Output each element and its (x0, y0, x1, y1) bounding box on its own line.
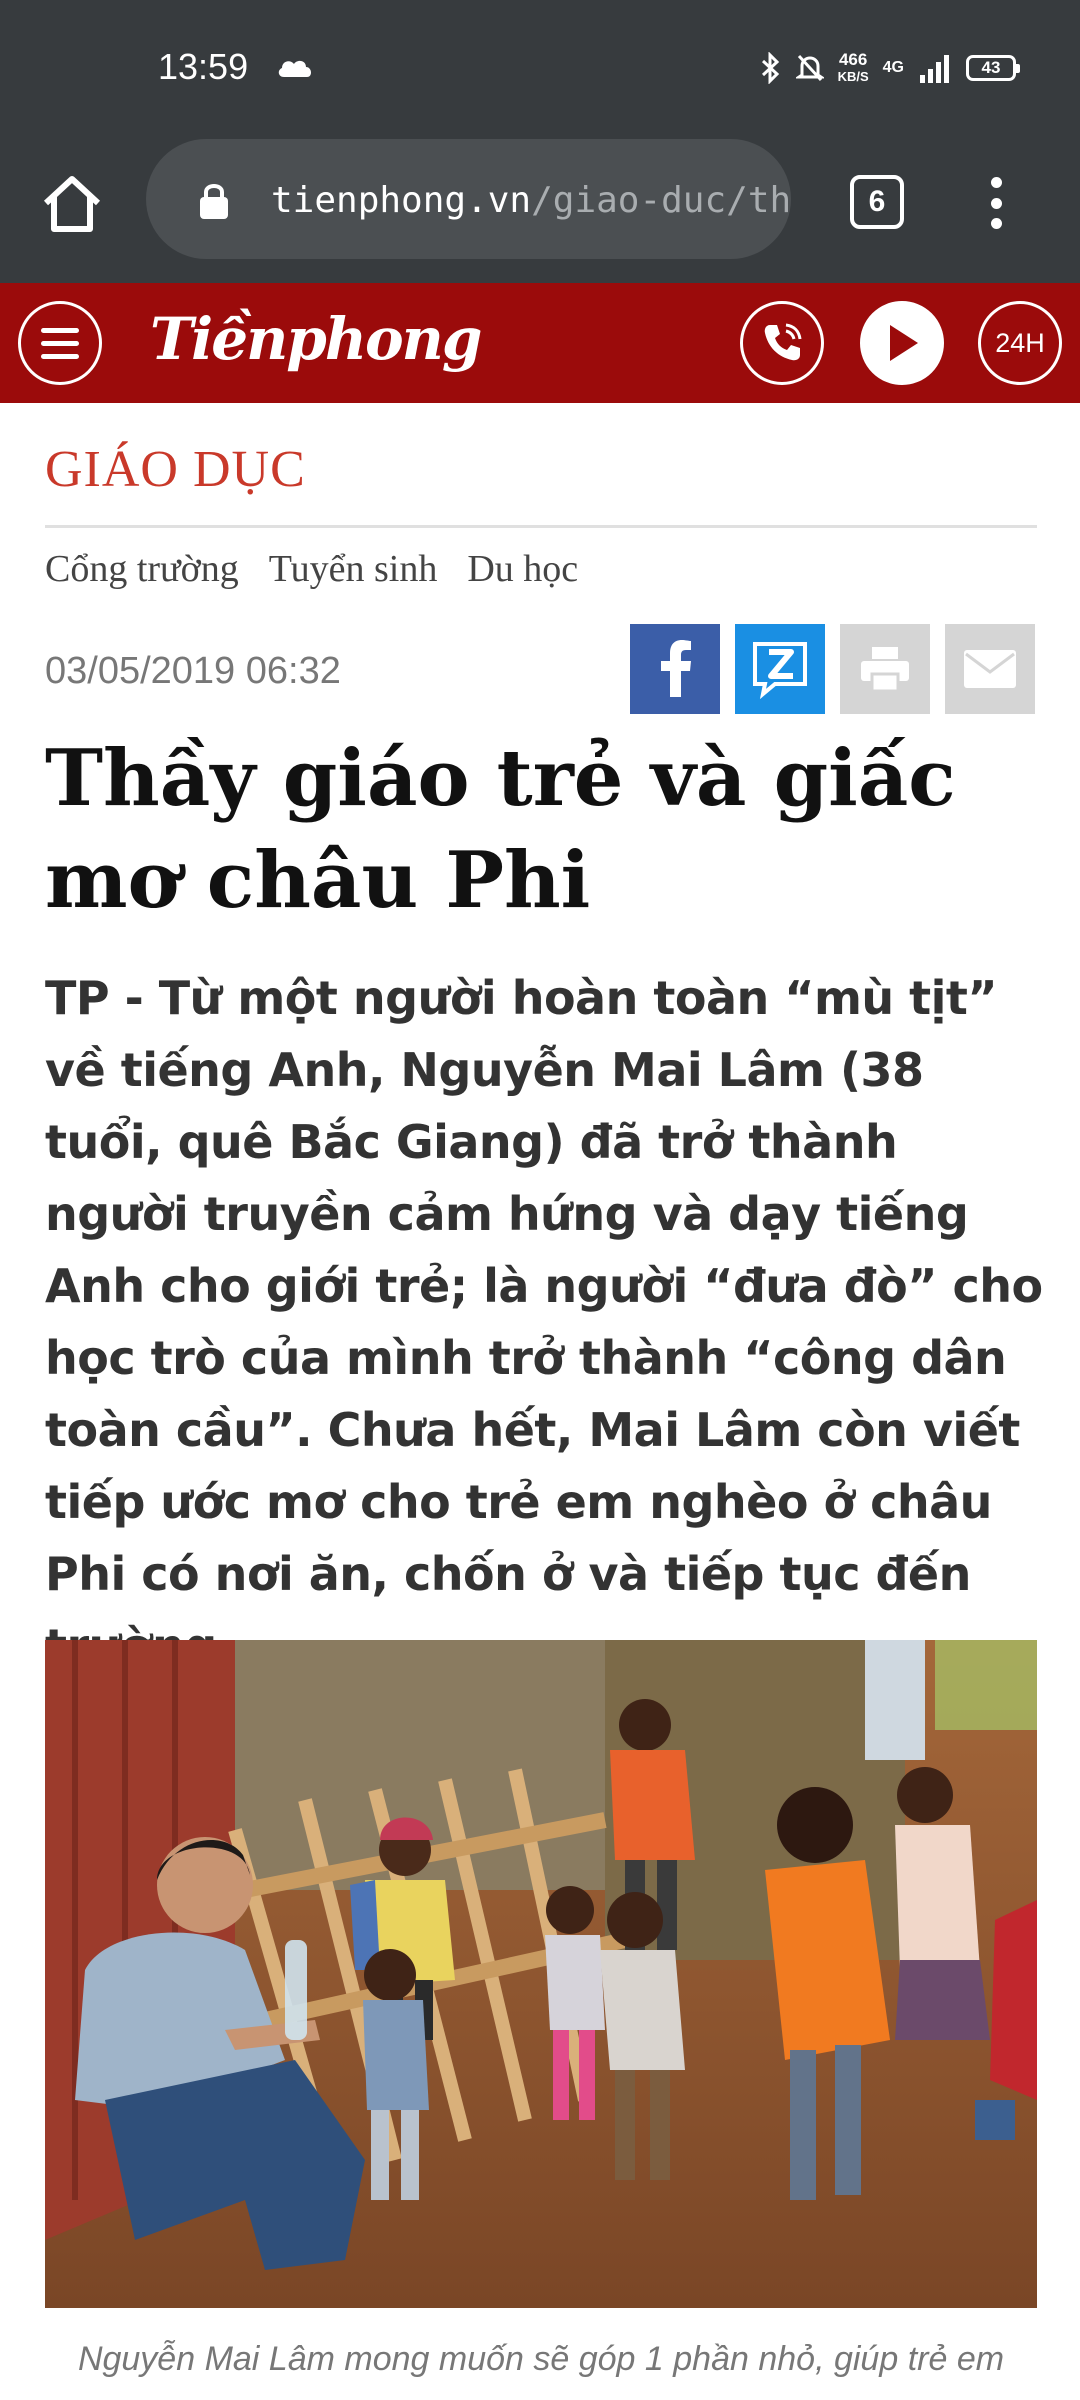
phone-icon (764, 323, 802, 361)
net-speed: 466 KB/S (838, 51, 869, 85)
subnav-item[interactable]: Tuyển sinh (269, 547, 438, 591)
browser-toolbar: tienphong.vn/giao-duc/th 6 (0, 135, 1080, 283)
tab-switcher-button[interactable]: 6 (850, 175, 904, 229)
hotline-button[interactable] (740, 301, 824, 385)
category-divider (45, 525, 1037, 528)
bluetooth-icon (761, 52, 779, 84)
publish-date: 03/05/2019 06:32 (45, 650, 341, 692)
signal-icon (920, 55, 949, 83)
status-icons: 466 KB/S 4G 43 (760, 48, 1020, 88)
cloud-icon (278, 60, 312, 77)
facebook-share-button[interactable] (630, 624, 720, 714)
category-title[interactable]: GIÁO DỤC (45, 440, 306, 499)
article-photo[interactable] (45, 1640, 1037, 2308)
facebook-icon (661, 640, 691, 697)
zalo-icon (753, 642, 807, 700)
url-host: tienphong.vn (271, 180, 532, 221)
address-bar[interactable]: tienphong.vn/giao-duc/th (146, 139, 791, 259)
lock-icon (200, 184, 228, 219)
hamburger-icon (41, 324, 79, 363)
battery-icon: 43 (966, 55, 1020, 81)
site-logo[interactable]: Tiềnphong (150, 305, 482, 373)
home-icon[interactable] (36, 167, 108, 239)
more-menu-icon[interactable] (976, 171, 1016, 235)
network-type: 4G (882, 59, 904, 76)
net-speed-unit: KB/S (837, 69, 869, 84)
zalo-share-button[interactable] (735, 624, 825, 714)
net-speed-value: 466 (838, 50, 868, 69)
tab-count: 6 (868, 185, 886, 218)
photo-caption: Nguyễn Mai Lâm mong muốn sẽ góp 1 phần n… (77, 2340, 1005, 2378)
subcategory-nav: Cổng trường Tuyển sinh Du học (45, 547, 578, 591)
url-text: tienphong.vn/giao-duc/th (271, 179, 791, 223)
video-play-button[interactable] (860, 301, 944, 385)
battery-level: 43 (981, 58, 1001, 77)
site-header: Tiềnphong 24H (0, 283, 1080, 403)
printer-icon (861, 647, 909, 693)
hamburger-menu-button[interactable] (18, 301, 102, 385)
play-icon (890, 325, 918, 361)
subnav-item[interactable]: Cổng trường (45, 547, 239, 591)
news-24h-button[interactable]: 24H (978, 301, 1062, 385)
status-time: 13:59 (158, 46, 249, 87)
status-bar: 13:59 466 KB/S 4G 43 (0, 0, 1080, 135)
email-share-button[interactable] (945, 624, 1035, 714)
subnav-item[interactable]: Du học (467, 547, 578, 591)
print-button[interactable] (840, 624, 930, 714)
news-24h-label: 24H (995, 327, 1045, 358)
mail-icon (964, 650, 1016, 688)
article-summary: TP - Từ một người hoàn toàn “mù tịt” về … (45, 971, 1043, 1673)
mute-icon (795, 54, 824, 82)
article-title: Thầy giáo trẻ và giấc mơ châu Phi (45, 733, 956, 926)
article-photo-illustration (45, 1640, 1037, 2308)
url-path: /giao-duc/th (531, 180, 791, 221)
